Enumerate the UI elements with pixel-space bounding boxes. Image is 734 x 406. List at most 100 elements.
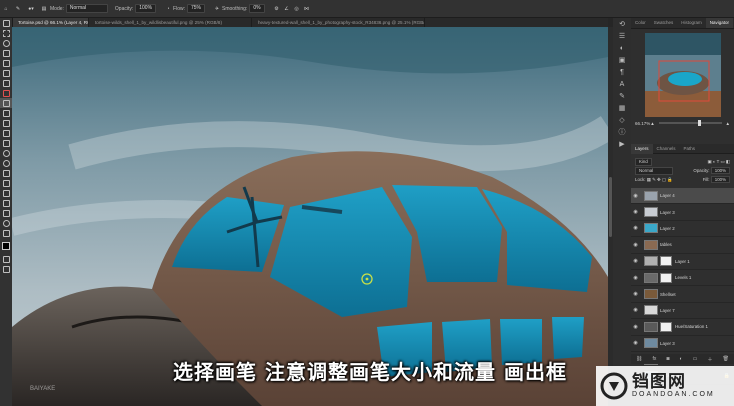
crop-tool-icon[interactable] xyxy=(0,58,12,68)
zoom-in-icon[interactable]: ▲ xyxy=(726,121,730,126)
layer-mask-thumbnail[interactable] xyxy=(660,256,672,267)
history-panel-icon[interactable]: ⟲ xyxy=(613,18,631,30)
brush-settings-icon[interactable]: ▤ xyxy=(38,6,50,12)
pressure-opacity-icon[interactable]: ◔ xyxy=(163,6,173,12)
tab-channels[interactable]: Channels xyxy=(653,144,680,154)
shape-tool-icon[interactable] xyxy=(0,198,12,208)
clone-stamp-tool-icon[interactable] xyxy=(0,108,12,118)
layer-name[interactable]: Layer 7 xyxy=(660,308,675,313)
layer-name[interactable]: Layer 3 xyxy=(660,341,675,346)
tab-paths[interactable]: Paths xyxy=(680,144,700,154)
quick-select-tool-icon[interactable] xyxy=(0,48,12,58)
doc-tab-shell-reference[interactable]: tortoise-wilds_shell_1_by_wildlisbeautif… xyxy=(89,18,252,27)
lasso-tool-icon[interactable] xyxy=(0,38,12,48)
layer-name[interactable]: Layer 1 xyxy=(675,259,690,264)
properties-panel-icon[interactable]: ☰ xyxy=(613,30,631,42)
adjustments-panel-icon[interactable]: ◐ xyxy=(613,42,631,54)
brush-tool-icon[interactable]: ✎ xyxy=(12,6,24,12)
visibility-eye-icon[interactable]: ◉ xyxy=(631,242,640,248)
flow-field[interactable]: 75% xyxy=(187,4,206,13)
brush-tool-icon[interactable] xyxy=(0,98,12,108)
paragraph-panel-icon[interactable]: ¶ xyxy=(613,66,631,78)
layer-row[interactable]: ◉ Layer 4 xyxy=(631,188,734,205)
navigator-zoom-value[interactable]: 66.17% xyxy=(635,121,650,126)
smoothing-settings-icon[interactable]: ⚙ xyxy=(272,6,282,12)
layer-name[interactable]: Layer 3 xyxy=(660,210,675,215)
layer-row[interactable]: ◉ Layer 2 xyxy=(631,221,734,238)
zoom-tool-icon[interactable] xyxy=(0,218,12,228)
new-layer-icon[interactable]: ＋ xyxy=(707,356,712,363)
brush-angle-icon[interactable]: ∠ xyxy=(282,6,292,12)
layer-name[interactable]: Shellset xyxy=(660,292,676,297)
healing-brush-tool-icon[interactable] xyxy=(0,88,12,98)
layer-name[interactable]: Layer 2 xyxy=(660,226,675,231)
tab-color[interactable]: Color xyxy=(631,18,650,28)
layer-kind-filter[interactable]: Kind xyxy=(635,157,652,166)
styles-panel-icon[interactable]: ◇ xyxy=(613,114,631,126)
link-layers-icon[interactable]: ⛓ xyxy=(636,356,642,362)
layer-name[interactable]: tables xyxy=(660,242,672,247)
visibility-eye-icon[interactable]: ◉ xyxy=(631,225,640,231)
document-canvas[interactable] xyxy=(12,27,608,406)
filter-icons[interactable]: ▣ ◐ T ▭ ◧ xyxy=(708,159,731,165)
delete-layer-icon[interactable]: 🗑 xyxy=(723,356,729,362)
photoshop-home-icon[interactable]: ⌂ xyxy=(0,6,12,12)
marquee-tool-icon[interactable] xyxy=(0,28,12,38)
eraser-tool-icon[interactable] xyxy=(0,128,12,138)
visibility-eye-icon[interactable]: ◉ xyxy=(631,291,640,297)
group-icon[interactable]: ▭ xyxy=(693,356,698,362)
visibility-eye-icon[interactable]: ◉ xyxy=(631,275,640,281)
tab-navigator[interactable]: Navigator xyxy=(705,18,734,28)
hand-tool-icon[interactable] xyxy=(0,208,12,218)
mode-select[interactable]: Normal xyxy=(65,4,108,13)
layer-row[interactable]: ◉ Layer 3 xyxy=(631,336,734,352)
pen-tool-icon[interactable] xyxy=(0,168,12,178)
visibility-eye-icon[interactable]: ◉ xyxy=(631,193,640,199)
move-tool-icon[interactable] xyxy=(0,18,12,28)
layer-name[interactable]: Levels 1 xyxy=(675,275,691,280)
layer-style-icon[interactable]: fx xyxy=(652,356,656,362)
add-mask-icon[interactable]: ◙ xyxy=(666,356,669,362)
actions-panel-icon[interactable]: ▶ xyxy=(613,138,631,150)
screen-mode-icon[interactable] xyxy=(0,264,12,274)
dodge-tool-icon[interactable] xyxy=(0,158,12,168)
history-brush-tool-icon[interactable] xyxy=(0,118,12,128)
layer-name[interactable]: Layer 4 xyxy=(660,193,675,198)
type-tool-icon[interactable] xyxy=(0,178,12,188)
more-tools-icon[interactable] xyxy=(0,228,12,238)
adjustment-layer-icon[interactable]: ◐ xyxy=(680,356,683,362)
tab-histogram[interactable]: Histogram xyxy=(677,18,706,28)
layer-row[interactable]: ◉ Levels 1 xyxy=(631,270,734,287)
blur-tool-icon[interactable] xyxy=(0,148,12,158)
opacity-field[interactable]: 100% xyxy=(135,4,157,13)
doc-tab-wall-texture[interactable]: heavy-textured-wall_shell_1_by_photograp… xyxy=(252,18,425,27)
color-swatches-icon[interactable] xyxy=(0,238,12,254)
airbrush-icon[interactable]: ✈ xyxy=(212,6,222,12)
visibility-eye-icon[interactable]: ◉ xyxy=(631,307,640,313)
visibility-eye-icon[interactable]: ◉ xyxy=(631,258,640,264)
frame-tool-icon[interactable] xyxy=(0,68,12,78)
swatches-panel-icon[interactable]: ▦ xyxy=(613,102,631,114)
blend-mode-select[interactable]: Normal xyxy=(635,166,673,175)
layer-row[interactable]: ◉ Shellset xyxy=(631,286,734,303)
zoom-out-icon[interactable]: ▲ xyxy=(650,121,654,126)
layer-row[interactable]: ◉ Layer 7 xyxy=(631,303,734,320)
symmetry-icon[interactable]: ⋈ xyxy=(302,6,312,12)
quick-mask-icon[interactable] xyxy=(0,254,12,264)
smoothing-field[interactable]: 0% xyxy=(249,4,265,13)
fill-field[interactable]: 100% xyxy=(710,175,730,183)
info-panel-icon[interactable]: ⓘ xyxy=(613,126,631,138)
visibility-eye-icon[interactable]: ◉ xyxy=(631,209,640,215)
brush-preset-picker[interactable]: ●▾ xyxy=(24,6,38,12)
layer-row[interactable]: ◉ Hue/Saturation 1 xyxy=(631,319,734,336)
tab-swatches[interactable]: Swatches xyxy=(650,18,678,28)
layer-mask-thumbnail[interactable] xyxy=(660,321,672,332)
libraries-panel-icon[interactable]: ▣ xyxy=(613,54,631,66)
character-panel-icon[interactable]: A xyxy=(613,78,631,90)
layer-name[interactable]: Hue/Saturation 1 xyxy=(675,324,708,329)
pressure-size-icon[interactable]: ◎ xyxy=(292,6,302,12)
lock-icons[interactable]: ▦ ✎ ✥ ▢ 🔒 xyxy=(647,177,673,182)
path-select-tool-icon[interactable] xyxy=(0,188,12,198)
layer-row[interactable]: ◉ tables xyxy=(631,237,734,254)
navigator-zoom-slider[interactable] xyxy=(658,120,722,126)
